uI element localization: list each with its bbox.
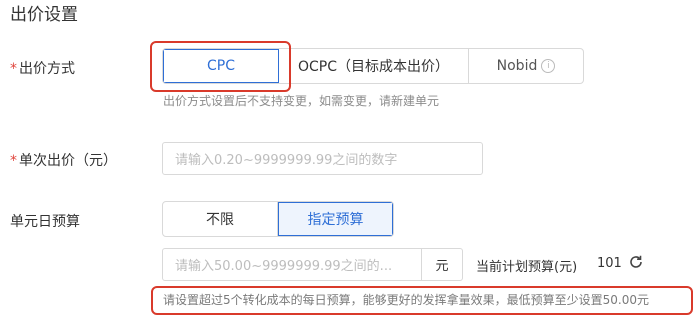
refresh-icon[interactable] xyxy=(628,254,644,270)
bid-method-hint: 出价方式设置后不支持变更，如需变更，请新建单元 xyxy=(163,94,440,108)
info-icon[interactable]: i xyxy=(541,59,556,73)
required-mark: * xyxy=(10,61,17,77)
section-title: 出价设置 xyxy=(10,5,78,25)
budget-option-specified[interactable]: 指定预算 xyxy=(278,202,393,236)
single-bid-label: * 单次出价（元） xyxy=(10,150,117,170)
bid-option-ocpc[interactable]: OCPC（目标成本出价） xyxy=(279,49,469,83)
required-mark: * xyxy=(10,153,17,169)
plan-budget-value: 101 xyxy=(597,256,622,271)
bid-option-nobid-label: Nobid xyxy=(496,58,538,74)
bid-option-nobid[interactable]: Nobid i xyxy=(469,49,583,83)
daily-budget-label: 单元日预算 xyxy=(10,214,80,230)
highlight-box-cpc xyxy=(150,41,291,92)
budget-option-unlimited[interactable]: 不限 xyxy=(163,202,278,236)
plan-budget-label: 当前计划预算(元) xyxy=(476,260,578,275)
daily-budget-input[interactable]: 请输入50.00~9999999.99之间的... xyxy=(162,248,422,281)
daily-budget-selector: 不限 指定预算 xyxy=(162,201,394,237)
daily-budget-hint: 请设置超过5个转化成本的每日预算，能够更好的发挥拿量效果，最低预算至少设置50.… xyxy=(163,293,649,307)
currency-unit: 元 xyxy=(421,248,463,281)
bid-method-label-text: 出价方式 xyxy=(19,61,75,77)
single-bid-label-text: 单次出价（元） xyxy=(19,153,117,169)
bid-method-label: * 出价方式 xyxy=(10,58,75,78)
single-bid-input[interactable]: 请输入0.20~9999999.99之间的数字 xyxy=(162,142,483,175)
